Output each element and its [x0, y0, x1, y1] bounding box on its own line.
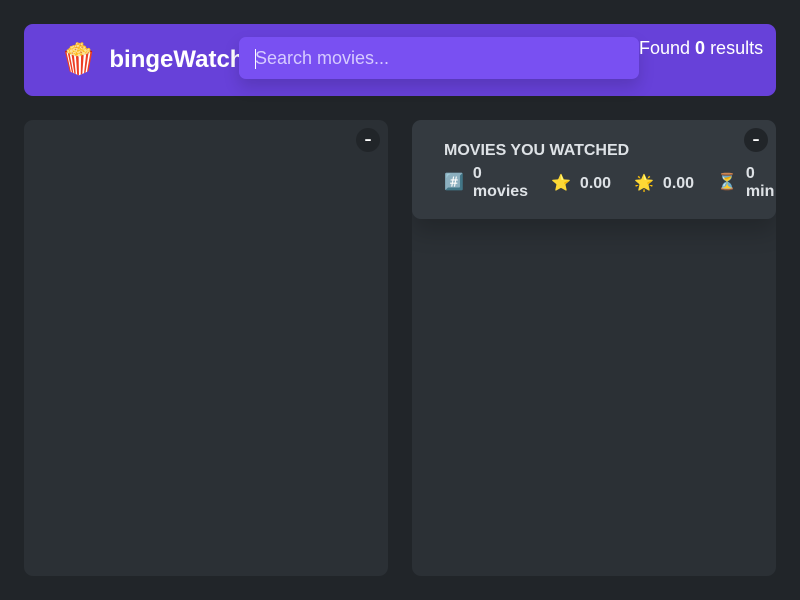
runtime-number: 0: [745, 165, 755, 182]
user-rating-value: 0.00: [662, 175, 695, 192]
runtime-unit: min: [745, 183, 775, 200]
count-value: 0 movies: [473, 165, 528, 201]
collapse-results-button[interactable]: –: [356, 128, 380, 152]
star-icon: ⭐️: [551, 175, 571, 192]
collapse-watched-button[interactable]: –: [744, 128, 768, 152]
hash-icon: #️⃣: [444, 174, 464, 191]
summary-title: MOVIES YOU WATCHED: [444, 142, 630, 159]
count-number: 0: [472, 165, 482, 182]
search-input[interactable]: [239, 37, 639, 79]
app-title: bingeWatch: [109, 46, 245, 73]
watched-box: – MOVIES YOU WATCHED #️⃣ 0 movies ⭐️ 0.00…: [412, 120, 776, 576]
results-number: 0: [695, 38, 706, 58]
popcorn-icon: 🍿: [60, 43, 98, 76]
hourglass-icon: ⏳: [717, 174, 737, 191]
results-count: Found 0 results: [639, 38, 769, 59]
runtime-value: 0 min: [746, 165, 774, 201]
imdb-rating-value: 0.00: [579, 175, 612, 192]
watched-summary: MOVIES YOU WATCHED #️⃣ 0 movies ⭐️ 0.00 🌟…: [412, 120, 776, 219]
stat-runtime: ⏳ 0 min: [717, 165, 774, 201]
text-cursor: [255, 49, 256, 69]
logo: 🍿 bingeWatch: [60, 24, 244, 96]
count-unit: movies: [472, 183, 529, 200]
navbar: 🍿 bingeWatch Found 0 results: [24, 24, 776, 96]
results-prefix: Found: [639, 38, 696, 58]
stat-user-rating: 🌟 0.00: [634, 175, 694, 193]
stat-movie-count: #️⃣ 0 movies: [444, 165, 528, 201]
results-suffix: results: [705, 38, 764, 58]
stat-imdb-rating: ⭐️ 0.00: [551, 175, 611, 193]
search-results-box: –: [24, 120, 388, 576]
glowing-star-icon: 🌟: [634, 175, 654, 192]
